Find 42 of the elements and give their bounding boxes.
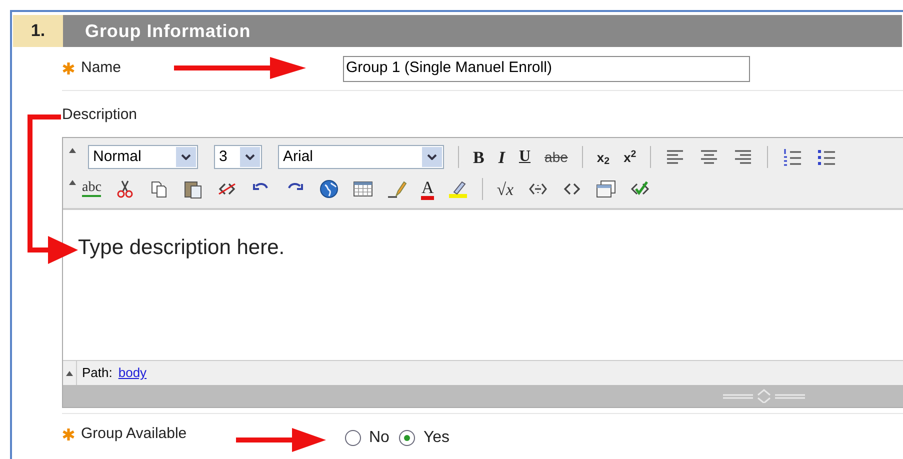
paragraph-style-select[interactable]: Normal — [88, 145, 198, 169]
font-family-select[interactable]: Arial — [278, 145, 444, 169]
align-left-icon[interactable] — [665, 147, 686, 167]
field-label: Description — [62, 106, 138, 123]
section-number: 1. — [13, 15, 63, 47]
section-title-bar: Group Information — [63, 15, 902, 47]
resize-grip-icon[interactable] — [723, 389, 805, 403]
superscript-button[interactable]: x$^{2}$ — [624, 150, 636, 164]
radio-button[interactable] — [345, 430, 361, 446]
bold-button[interactable]: B — [473, 148, 484, 166]
paste-icon[interactable] — [183, 179, 204, 199]
name-input[interactable]: Group 1 (Single Manuel Enroll) — [343, 56, 750, 82]
strikethrough-button[interactable]: abe — [544, 150, 568, 164]
scissors-icon[interactable] — [115, 179, 136, 199]
pencil-icon[interactable] — [387, 179, 408, 199]
align-center-icon[interactable] — [699, 147, 720, 167]
italic-button[interactable]: I — [498, 148, 505, 166]
font-color-button[interactable]: A — [421, 178, 434, 200]
collapse-icon[interactable] — [66, 370, 73, 376]
underline-button[interactable]: U — [518, 149, 531, 165]
subscript-button[interactable]: x$_{2}$ — [596, 150, 610, 164]
align-right-icon[interactable] — [733, 147, 754, 167]
radio-button[interactable] — [399, 430, 416, 446]
numbered-list-icon[interactable] — [782, 147, 802, 167]
option-label[interactable]: No — [369, 426, 390, 450]
path-label: Path: — [82, 364, 112, 382]
math-button[interactable]: √x — [496, 180, 514, 198]
placeholder-text: Type description here. — [78, 236, 285, 259]
field-label: Name — [81, 58, 122, 78]
highlighter-icon[interactable] — [448, 179, 468, 199]
globe-icon[interactable] — [319, 179, 340, 199]
collapse-icon[interactable] — [69, 180, 76, 185]
collapse-icon[interactable] — [69, 148, 76, 153]
spellcheck-button[interactable]: abc — [82, 181, 102, 197]
field-label: Group Available — [81, 424, 187, 444]
font-size-select[interactable]: 3 — [214, 145, 262, 169]
table-icon[interactable] — [353, 179, 374, 199]
path-link[interactable]: body — [118, 363, 147, 383]
option-label[interactable]: Yes — [423, 426, 450, 450]
copy-icon[interactable] — [149, 179, 170, 199]
window-icon[interactable] — [596, 179, 616, 199]
bulleted-list-icon[interactable] — [816, 147, 836, 167]
